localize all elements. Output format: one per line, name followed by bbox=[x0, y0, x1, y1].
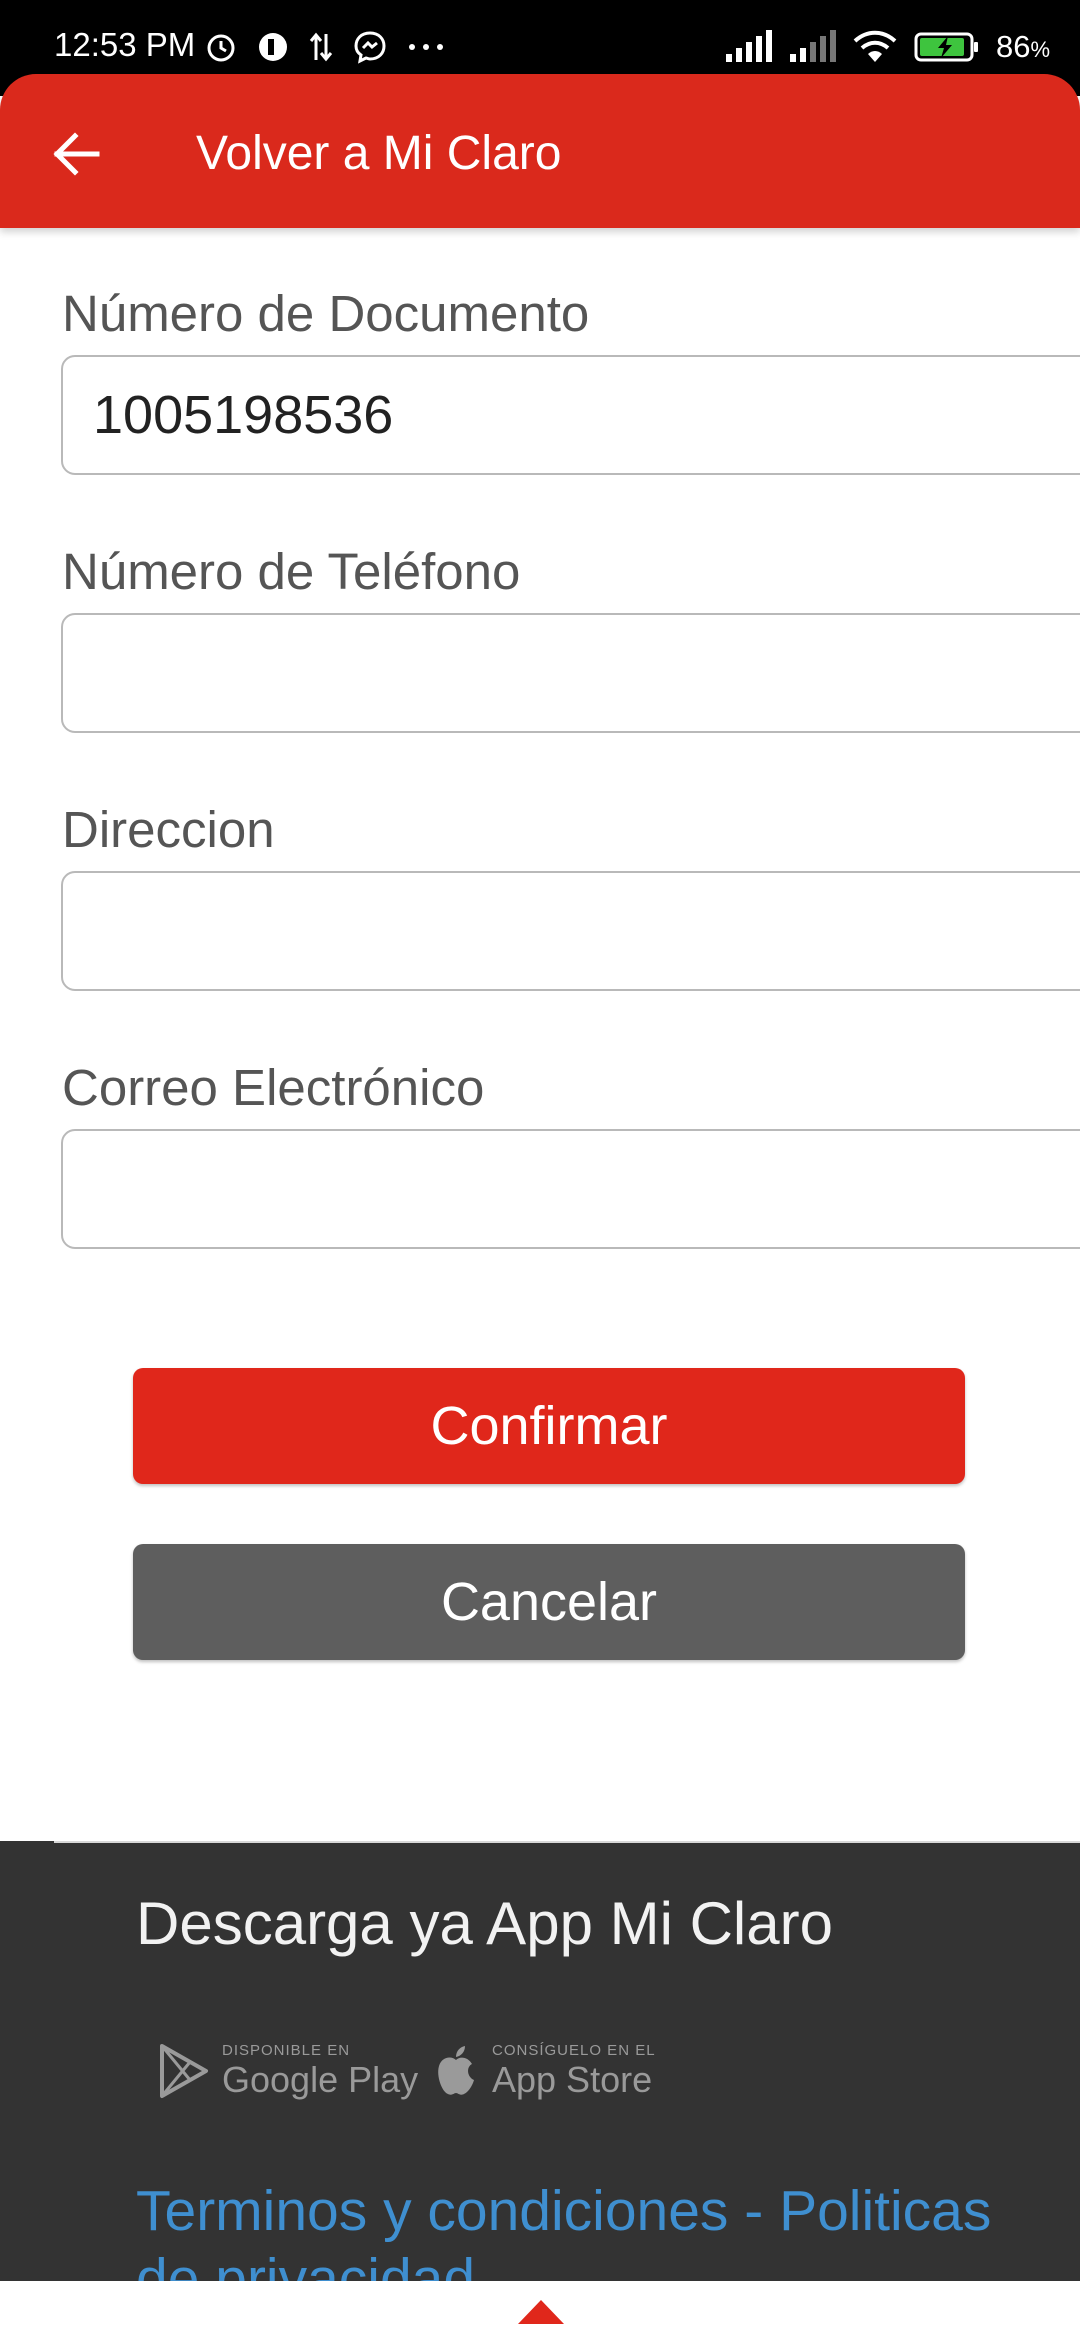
phone-label: Número de Teléfono bbox=[62, 543, 521, 600]
document-input[interactable] bbox=[63, 357, 1080, 473]
system-icons: 86% bbox=[724, 24, 1050, 70]
app-icon bbox=[259, 33, 287, 61]
phone-field[interactable] bbox=[61, 613, 1080, 733]
battery-percent: 86 bbox=[995, 29, 1031, 64]
app-store-text: CONSÍGUELO EN EL App Store bbox=[492, 2042, 656, 2101]
footer-title: Descarga ya App Mi Claro bbox=[136, 1890, 833, 1957]
messenger-icon bbox=[354, 31, 386, 64]
google-play-icon bbox=[160, 2044, 208, 2098]
alarm-icon bbox=[207, 34, 235, 62]
app-store-badge[interactable]: CONSÍGUELO EN EL App Store bbox=[434, 2031, 656, 2111]
document-label: Número de Documento bbox=[62, 285, 590, 342]
confirm-button[interactable]: Confirmar bbox=[133, 1368, 965, 1484]
email-input[interactable] bbox=[63, 1131, 1080, 1247]
email-field[interactable] bbox=[61, 1129, 1080, 1249]
battery-unit: % bbox=[1030, 37, 1050, 62]
page-title: Volver a Mi Claro bbox=[196, 127, 562, 180]
signal-icon bbox=[725, 30, 772, 62]
back-button[interactable] bbox=[40, 118, 112, 190]
status-time: 12:53 PM bbox=[54, 26, 196, 63]
battery-charging-icon bbox=[914, 32, 978, 62]
google-play-label: Google Play bbox=[222, 2058, 419, 2100]
apple-icon bbox=[438, 2046, 474, 2095]
more-icon bbox=[409, 44, 443, 50]
google-play-text: DISPONIBLE EN Google Play bbox=[222, 2042, 418, 2101]
app-store-label: App Store bbox=[492, 2058, 653, 2100]
google-play-badge[interactable]: DISPONIBLE EN Google Play bbox=[158, 2031, 418, 2111]
address-input[interactable] bbox=[63, 873, 1080, 989]
footer-divider bbox=[54, 1841, 1080, 1843]
cancel-button[interactable]: Cancelar bbox=[133, 1544, 965, 1660]
battery-level: 86% bbox=[996, 29, 1050, 65]
terms-link[interactable]: Terminos y condiciones - Politicas de pr… bbox=[136, 2177, 1016, 2281]
scroll-up-icon[interactable] bbox=[518, 2300, 564, 2324]
app-store-small: CONSÍGUELO EN EL bbox=[492, 2041, 656, 2059]
phone-input[interactable] bbox=[63, 615, 1080, 731]
wifi-icon bbox=[853, 30, 897, 62]
arrow-left-icon bbox=[53, 132, 100, 176]
google-play-small: DISPONIBLE EN bbox=[222, 2041, 351, 2059]
data-transfer-icon bbox=[309, 32, 333, 62]
notification-icons bbox=[204, 24, 446, 70]
email-label: Correo Electrónico bbox=[62, 1059, 485, 1116]
address-field[interactable] bbox=[61, 871, 1080, 991]
app-header: Volver a Mi Claro bbox=[0, 74, 1080, 228]
document-field[interactable] bbox=[61, 355, 1080, 475]
signal-icon bbox=[789, 30, 836, 62]
footer: Descarga ya App Mi Claro DISPONIBLE EN G… bbox=[0, 1841, 1080, 2281]
address-label: Direccion bbox=[62, 801, 275, 858]
